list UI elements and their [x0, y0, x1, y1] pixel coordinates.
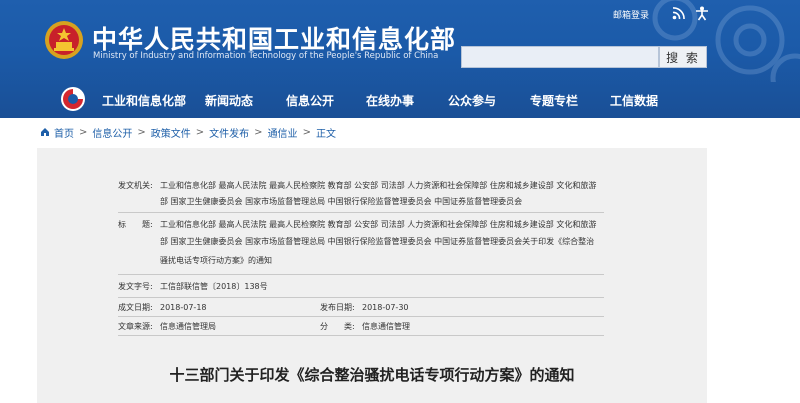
nav-item-info-public[interactable]: 信息公开 [286, 92, 334, 109]
divider [118, 335, 604, 336]
main-nav: 工业和信息化部 新闻动态 信息公开 在线办事 公众参与 专题专栏 工信数据 [0, 82, 800, 118]
breadcrumb-separator-icon: > [137, 126, 146, 138]
site-header: 中华人民共和国工业和信息化部 Ministry of Industry and … [0, 0, 800, 118]
breadcrumb-info-public[interactable]: 信息公开 [92, 125, 132, 140]
divider [118, 274, 604, 275]
title-row: 标 题: 工业和信息化部 最高人民法院 最高人民检察院 教育部 公安部 司法部 人… [118, 219, 596, 230]
published-date-label: 发布日期: [320, 303, 355, 312]
issuer-line-1: 工业和信息化部 最高人民法院 最高人民检察院 教育部 公安部 司法部 人力资源和… [160, 181, 597, 190]
source-value: 信息通信管理局 [160, 322, 216, 331]
title-label: 标 题: [118, 220, 153, 229]
breadcrumb-policy-docs[interactable]: 政策文件 [151, 125, 191, 140]
published-date-value: 2018-07-30 [362, 303, 409, 312]
mail-login-link[interactable]: 邮箱登录 [613, 8, 649, 21]
breadcrumb-telecom[interactable]: 通信业 [268, 125, 298, 140]
source-row: 文章来源: 信息通信管理局 [118, 321, 216, 332]
divider [118, 297, 604, 298]
site-subtitle: Ministry of Industry and Information Tec… [93, 51, 439, 61]
divider [118, 212, 604, 213]
nav-item-news[interactable]: 新闻动态 [205, 92, 253, 109]
nav-item-online-service[interactable]: 在线办事 [366, 92, 414, 109]
breadcrumb-separator-icon: > [195, 126, 205, 138]
created-date-value: 2018-07-18 [160, 303, 207, 312]
title-line-3: 骚扰电话专项行动方案》的通知 [160, 256, 272, 265]
nav-item-data[interactable]: 工信数据 [610, 92, 658, 109]
home-icon [41, 128, 49, 136]
issuer-row: 发文机关: 工业和信息化部 最高人民法院 最高人民检察院 教育部 公安部 司法部 … [118, 180, 596, 191]
created-date-row: 成文日期: 2018-07-18 [118, 302, 207, 313]
breadcrumb: 首页 > 信息公开 > 政策文件 > 文件发布 > 通信业 > 正文 [40, 124, 336, 140]
issuer-line-2: 部 国家卫生健康委员会 国家市场监督管理总局 中国银行保险监督管理委员会 中国证… [160, 197, 523, 206]
title-line-2: 部 国家卫生健康委员会 国家市场监督管理总局 中国银行保险监督管理委员会 中国证… [160, 237, 595, 246]
issuer-label: 发文机关: [118, 181, 153, 190]
nav-item-ministry[interactable]: 工业和信息化部 [102, 92, 186, 109]
source-label: 文章来源: [118, 322, 153, 331]
document-title: 十三部门关于印发《综合整治骚扰电话专项行动方案》的通知 [169, 366, 575, 384]
national-emblem-icon [45, 21, 83, 59]
doc-number-value: 工信部联信管〔2018〕138号 [160, 282, 268, 291]
divider [118, 316, 604, 317]
published-date-row: 发布日期: 2018-07-30 [320, 302, 409, 313]
breadcrumb-separator-icon: > [302, 126, 311, 138]
category-label: 分 类: [320, 322, 355, 331]
accessibility-icon[interactable] [695, 6, 709, 21]
nav-item-public-participation[interactable]: 公众参与 [448, 92, 496, 109]
doc-number-row: 发文字号: 工信部联信管〔2018〕138号 [118, 281, 268, 292]
logo-home-icon[interactable] [60, 86, 86, 112]
search-button[interactable]: 搜 索 [659, 46, 707, 68]
category-value: 信息通信管理 [362, 322, 410, 331]
rss-icon[interactable] [672, 7, 685, 20]
breadcrumb-separator-icon: > [79, 126, 88, 138]
breadcrumb-separator-icon: > [254, 126, 263, 138]
title-line-1: 工业和信息化部 最高人民法院 最高人民检察院 教育部 公安部 司法部 人力资源和… [160, 220, 597, 229]
category-row: 分 类: 信息通信管理 [320, 321, 410, 332]
breadcrumb-home[interactable]: 首页 [54, 125, 74, 140]
nav-item-special-topics[interactable]: 专题专栏 [530, 92, 578, 109]
created-date-label: 成文日期: [118, 303, 153, 312]
breadcrumb-current: 正文 [315, 128, 336, 140]
breadcrumb-file-release[interactable]: 文件发布 [209, 125, 249, 140]
doc-number-label: 发文字号: [118, 282, 153, 291]
search-input[interactable] [461, 46, 659, 68]
